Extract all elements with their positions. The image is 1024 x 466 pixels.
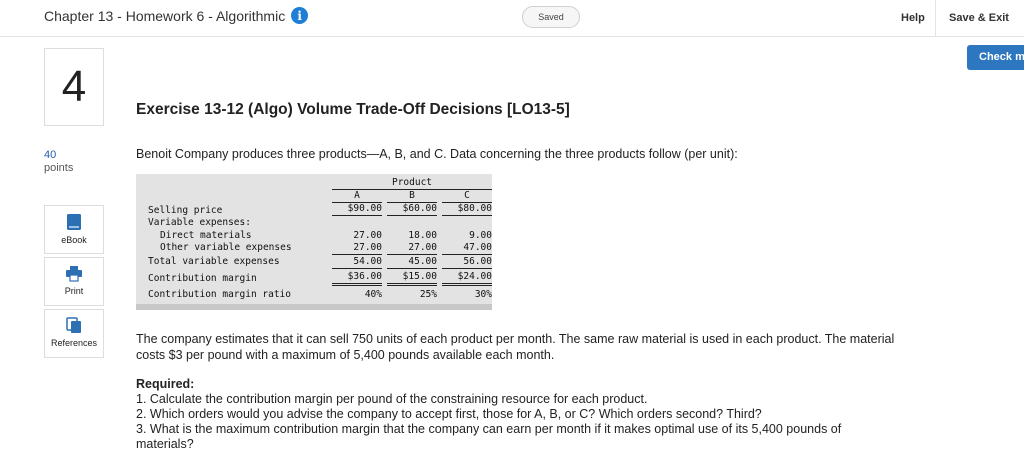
required-section: Required: 1. Calculate the contribution … xyxy=(136,377,896,452)
print-label: Print xyxy=(64,286,84,296)
direct-materials-c: 9.00 xyxy=(469,230,492,241)
book-icon xyxy=(67,214,81,230)
requirement-3: 3. What is the maximum contribution marg… xyxy=(136,422,842,451)
other-variable-a: 27.00 xyxy=(332,242,382,255)
total-variable-c: 56.00 xyxy=(442,256,492,269)
points-label: points xyxy=(44,162,74,174)
row-label-total-variable: Total variable expenses xyxy=(148,256,280,267)
row-label-direct-materials: Direct materials xyxy=(160,230,252,241)
contribution-margin-c: $24.00 xyxy=(442,271,492,286)
references-label: References xyxy=(50,338,98,348)
assignment-title-text: Chapter 13 - Homework 6 - Algorithmic xyxy=(44,7,286,24)
printer-icon xyxy=(66,266,82,282)
print-button[interactable]: Print xyxy=(44,257,104,306)
direct-materials-a: 27.00 xyxy=(353,230,382,241)
info-icon[interactable]: i xyxy=(291,7,309,24)
col-header-b: B xyxy=(409,190,415,201)
help-link[interactable]: Help xyxy=(901,12,925,24)
top-bar: Chapter 13 - Homework 6 - Algorithmic i … xyxy=(0,0,1024,37)
row-label-contribution-margin: Contribution margin xyxy=(148,273,257,284)
required-title: Required: xyxy=(136,377,195,391)
contribution-margin-a: $36.00 xyxy=(332,271,382,286)
other-variable-c: 47.00 xyxy=(442,242,492,255)
row-label-variable-expenses: Variable expenses: xyxy=(148,217,251,228)
references-button[interactable]: References xyxy=(44,309,104,358)
ebook-button[interactable]: eBook xyxy=(44,205,104,254)
requirement-1: 1. Calculate the contribution margin per… xyxy=(136,392,648,406)
other-variable-b: 27.00 xyxy=(387,242,437,255)
product-data-table: Product A B C Selling price $90.00 $60.0… xyxy=(136,174,492,310)
selling-price-a: $90.00 xyxy=(332,202,382,216)
direct-materials-b: 18.00 xyxy=(408,230,437,241)
points-indicator: 40 points xyxy=(44,149,73,175)
exercise-heading: Exercise 13-12 (Algo) Volume Trade-Off D… xyxy=(136,101,570,118)
estimate-paragraph: The company estimates that it can sell 7… xyxy=(136,332,895,362)
product-header: Product xyxy=(332,177,492,190)
col-header-a: A xyxy=(354,190,360,201)
points-value: 40 xyxy=(44,149,57,161)
selling-price-c: $80.00 xyxy=(442,202,492,216)
row-label-cm-ratio: Contribution margin ratio xyxy=(148,289,291,300)
contribution-margin-b: $15.00 xyxy=(387,271,437,286)
row-label-selling-price: Selling price xyxy=(148,205,223,216)
col-header-c: C xyxy=(464,190,470,201)
question-number: 4 xyxy=(44,48,104,126)
cm-ratio-b: 25% xyxy=(419,289,437,300)
selling-price-b: $60.00 xyxy=(387,202,437,216)
save-exit-link[interactable]: Save & Exit xyxy=(949,12,1009,24)
references-icon xyxy=(66,317,81,333)
row-label-other-variable: Other variable expenses xyxy=(160,242,292,253)
table-bottom-bar xyxy=(136,304,492,310)
assignment-title: Chapter 13 - Homework 6 - Algorithmic i xyxy=(44,7,309,24)
cm-ratio-a: 40% xyxy=(364,289,382,300)
total-variable-a: 54.00 xyxy=(332,256,382,269)
header-divider xyxy=(935,0,936,36)
check-my-work-button[interactable]: Check m xyxy=(967,45,1024,70)
intro-text: Benoit Company produces three products—A… xyxy=(136,147,738,161)
ebook-label: eBook xyxy=(61,235,87,245)
total-variable-b: 45.00 xyxy=(387,256,437,269)
cm-ratio-c: 30% xyxy=(474,289,492,300)
requirement-2: 2. Which orders would you advise the com… xyxy=(136,407,762,421)
saved-status-badge: Saved xyxy=(522,6,580,28)
